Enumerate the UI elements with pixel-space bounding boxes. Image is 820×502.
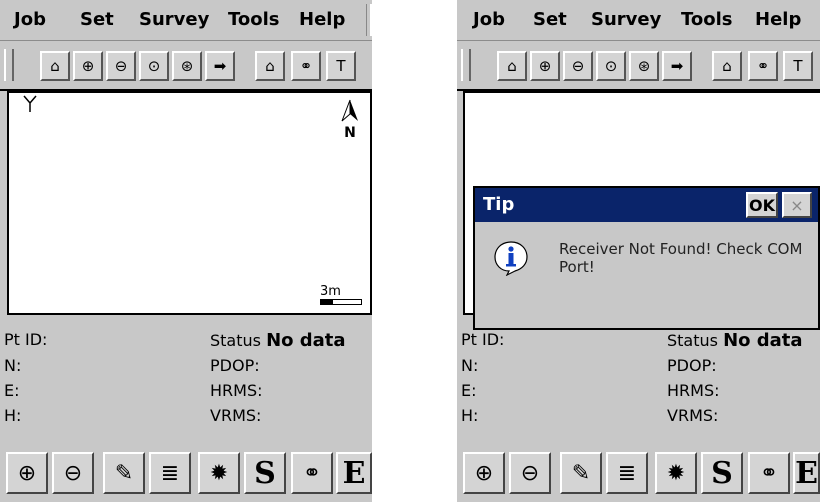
menu-job[interactable]: Job xyxy=(473,9,505,30)
toolbar: ⌂ ⊕ ⊖ ⊙ ⊛ ➡ ⌂ ⚭ T xyxy=(457,41,820,91)
north-arrow-icon: N xyxy=(340,99,360,141)
toolbar: ⌂ ⊕ ⊖ ⊙ ⊛ ➡ ⌂ ⚭ T xyxy=(0,41,372,91)
status-row: Status No data xyxy=(210,330,346,351)
info-panel: Pt ID: N: E: H: Status No data PDOP: HRM… xyxy=(0,318,372,446)
toolbar-grip[interactable] xyxy=(4,49,14,81)
arrow-right-icon[interactable]: ➡ xyxy=(205,51,235,81)
h-label: H: xyxy=(461,406,479,425)
zoom-out-icon[interactable]: ⊖ xyxy=(563,51,593,81)
scale-bar-graphic xyxy=(320,299,362,305)
menu-help[interactable]: Help xyxy=(299,9,345,30)
hrms-label: HRMS: xyxy=(210,381,263,400)
gear-button[interactable]: ✹ xyxy=(198,452,240,494)
tc-icon[interactable]: T xyxy=(326,51,356,81)
s-button[interactable]: S xyxy=(244,452,286,494)
e-label: E: xyxy=(4,381,20,400)
dialog-title: Tip xyxy=(483,194,515,215)
north-label: N xyxy=(344,125,356,141)
ok-button[interactable]: OK xyxy=(746,192,778,218)
zoom-window-icon[interactable]: ⊙ xyxy=(596,51,626,81)
list-button[interactable]: ≣ xyxy=(149,452,191,494)
zoom-out-icon[interactable]: ⊖ xyxy=(106,51,136,81)
menu-bar: Job Set Survey Tools Help xyxy=(0,0,372,41)
menu-tools[interactable]: Tools xyxy=(681,9,733,30)
dialog-message: Receiver Not Found! Check COM Port! xyxy=(559,240,803,276)
zoom-window-icon[interactable]: ⊙ xyxy=(139,51,169,81)
bottom-toolbar: ⊕ ⊖ ✎ ≣ ✹ S ⚭ E xyxy=(457,448,820,502)
menu-separator xyxy=(366,4,372,36)
menu-help[interactable]: Help xyxy=(755,9,801,30)
info-panel: Pt ID: N: E: H: Status No data PDOP: HRM… xyxy=(457,318,820,446)
map-view[interactable]: N 3m xyxy=(7,91,372,315)
binoculars-button[interactable]: ⚭ xyxy=(291,452,333,494)
list-button[interactable]: ≣ xyxy=(606,452,648,494)
binoculars-icon[interactable]: ⚭ xyxy=(748,51,778,81)
scale-bar: 3m xyxy=(320,284,362,305)
home-up-icon[interactable]: ⌂ xyxy=(497,51,527,81)
pt-id-label: Pt ID: xyxy=(461,330,505,349)
wrench-button[interactable]: ✎ xyxy=(103,452,145,494)
zoom-in-button[interactable]: ⊕ xyxy=(6,452,48,494)
s-button[interactable]: S xyxy=(701,452,743,494)
menu-bar: Job Set Survey Tools Help xyxy=(457,0,820,41)
station-icon[interactable]: ⌂ xyxy=(712,51,742,81)
binoculars-icon[interactable]: ⚭ xyxy=(291,51,321,81)
tip-dialog: Tip OK × Receiver Not Found! Check COM P… xyxy=(473,186,820,330)
pt-id-label: Pt ID: xyxy=(4,330,48,349)
zoom-extent-icon[interactable]: ⊛ xyxy=(629,51,659,81)
toolbar-grip[interactable] xyxy=(461,49,471,81)
gear-button[interactable]: ✹ xyxy=(655,452,697,494)
zoom-in-icon[interactable]: ⊕ xyxy=(530,51,560,81)
status-value: No data xyxy=(723,330,803,351)
h-label: H: xyxy=(4,406,22,425)
e-label: E: xyxy=(461,381,477,400)
e-button[interactable]: E xyxy=(793,452,820,494)
info-icon xyxy=(493,240,529,277)
status-label: Status xyxy=(667,331,718,350)
scale-label: 3m xyxy=(320,284,341,299)
dialog-titlebar: Tip OK × xyxy=(475,188,818,222)
pdop-label: PDOP: xyxy=(210,356,260,375)
hrms-label: HRMS: xyxy=(667,381,720,400)
status-value: No data xyxy=(266,330,346,351)
station-icon[interactable]: ⌂ xyxy=(255,51,285,81)
tc-icon[interactable]: T xyxy=(783,51,813,81)
vrms-label: VRMS: xyxy=(210,406,262,425)
zoom-out-button[interactable]: ⊖ xyxy=(509,452,551,494)
bottom-toolbar: ⊕ ⊖ ✎ ≣ ✹ S ⚭ E xyxy=(0,448,372,502)
menu-set[interactable]: Set xyxy=(533,9,567,30)
home-up-icon[interactable]: ⌂ xyxy=(40,51,70,81)
menu-set[interactable]: Set xyxy=(80,9,114,30)
status-row: Status No data xyxy=(667,330,803,351)
status-label: Status xyxy=(210,331,261,350)
antenna-icon xyxy=(23,95,37,118)
n-label: N: xyxy=(461,356,479,375)
zoom-in-icon[interactable]: ⊕ xyxy=(73,51,103,81)
menu-survey[interactable]: Survey xyxy=(591,9,661,30)
e-button[interactable]: E xyxy=(336,452,372,494)
close-button[interactable]: × xyxy=(782,192,812,218)
pdop-label: PDOP: xyxy=(667,356,717,375)
screen-main: Job Set Survey Tools Help ⌂ ⊕ ⊖ ⊙ ⊛ ➡ ⌂ … xyxy=(0,0,372,502)
menu-job[interactable]: Job xyxy=(14,9,46,30)
screen-with-dialog: Job Set Survey Tools Help ⌂ ⊕ ⊖ ⊙ ⊛ ➡ ⌂ … xyxy=(457,0,820,502)
binoculars-button[interactable]: ⚭ xyxy=(748,452,790,494)
menu-tools[interactable]: Tools xyxy=(228,9,280,30)
menu-survey[interactable]: Survey xyxy=(139,9,209,30)
arrow-right-icon[interactable]: ➡ xyxy=(662,51,692,81)
zoom-in-button[interactable]: ⊕ xyxy=(463,452,505,494)
zoom-out-button[interactable]: ⊖ xyxy=(52,452,94,494)
wrench-button[interactable]: ✎ xyxy=(560,452,602,494)
vrms-label: VRMS: xyxy=(667,406,719,425)
zoom-extent-icon[interactable]: ⊛ xyxy=(172,51,202,81)
n-label: N: xyxy=(4,356,22,375)
